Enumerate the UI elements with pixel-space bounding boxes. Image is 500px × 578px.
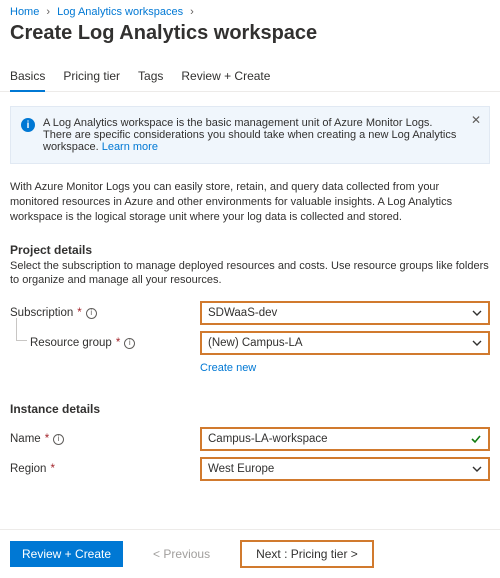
breadcrumb-home[interactable]: Home bbox=[10, 6, 39, 18]
learn-more-link[interactable]: Learn more bbox=[102, 141, 158, 153]
create-new-link[interactable]: Create new bbox=[200, 362, 256, 374]
info-banner: i A Log Analytics workspace is the basic… bbox=[10, 106, 490, 164]
intro-text: With Azure Monitor Logs you can easily s… bbox=[0, 174, 500, 239]
review-create-button[interactable]: Review + Create bbox=[10, 541, 123, 567]
section-project-details-title: Project details bbox=[0, 239, 500, 259]
field-name: Name* i Campus-LA-workspace bbox=[0, 424, 500, 454]
wizard-footer: Review + Create < Previous Next : Pricin… bbox=[0, 529, 500, 578]
info-icon[interactable]: i bbox=[86, 308, 97, 319]
create-new-row: Create new bbox=[0, 358, 500, 374]
tab-strip: Basics Pricing tier Tags Review + Create bbox=[0, 63, 500, 92]
breadcrumb-workspaces[interactable]: Log Analytics workspaces bbox=[57, 6, 183, 18]
required-icon: * bbox=[77, 307, 81, 319]
field-region: Region* West Europe bbox=[0, 454, 500, 484]
check-icon bbox=[470, 433, 482, 445]
tab-tags[interactable]: Tags bbox=[138, 63, 163, 91]
region-label: Region* bbox=[10, 463, 200, 475]
chevron-down-icon bbox=[472, 338, 482, 348]
next-button[interactable]: Next : Pricing tier > bbox=[240, 540, 374, 568]
chevron-right-icon: › bbox=[186, 6, 198, 18]
info-icon[interactable]: i bbox=[53, 434, 64, 445]
name-input[interactable]: Campus-LA-workspace bbox=[200, 427, 490, 451]
info-icon[interactable]: i bbox=[124, 338, 135, 349]
previous-button: < Previous bbox=[141, 541, 222, 567]
chevron-right-icon: › bbox=[42, 6, 54, 18]
subscription-label: Subscription* i bbox=[10, 307, 200, 319]
tab-review-create[interactable]: Review + Create bbox=[181, 63, 270, 91]
required-icon: * bbox=[116, 337, 120, 349]
chevron-down-icon bbox=[472, 308, 482, 318]
breadcrumb: Home › Log Analytics workspaces › bbox=[0, 0, 500, 18]
page-title: Create Log Analytics workspace bbox=[0, 18, 500, 63]
section-instance-details-title: Instance details bbox=[0, 398, 500, 418]
field-resource-group: Resource group* i (New) Campus-LA bbox=[0, 328, 500, 358]
required-icon: * bbox=[50, 463, 54, 475]
required-icon: * bbox=[45, 433, 49, 445]
info-banner-text: A Log Analytics workspace is the basic m… bbox=[43, 117, 463, 153]
info-icon: i bbox=[21, 118, 35, 132]
tab-basics[interactable]: Basics bbox=[10, 63, 45, 91]
section-project-details-desc: Select the subscription to manage deploy… bbox=[0, 259, 500, 299]
name-label: Name* i bbox=[10, 433, 200, 445]
region-select[interactable]: West Europe bbox=[200, 457, 490, 481]
resource-group-select[interactable]: (New) Campus-LA bbox=[200, 331, 490, 355]
tab-pricing-tier[interactable]: Pricing tier bbox=[63, 63, 120, 91]
resource-group-label: Resource group* i bbox=[30, 337, 200, 349]
chevron-down-icon bbox=[472, 464, 482, 474]
close-icon[interactable]: ✕ bbox=[471, 113, 481, 127]
field-subscription: Subscription* i SDWaaS-dev bbox=[0, 298, 500, 328]
subscription-select[interactable]: SDWaaS-dev bbox=[200, 301, 490, 325]
